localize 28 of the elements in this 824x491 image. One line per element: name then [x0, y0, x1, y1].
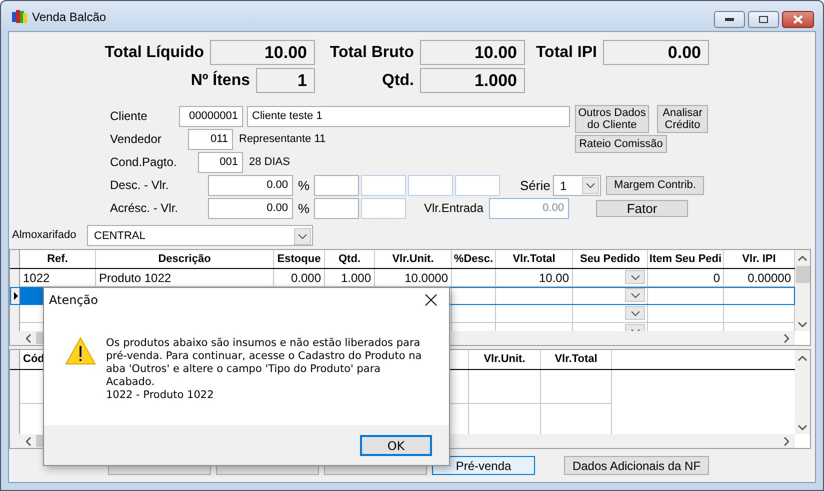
total-label: Total Bruto — [328, 44, 415, 62]
percent-label: % — [298, 200, 311, 216]
total-label: Total IPI — [534, 44, 598, 62]
window-title: Venda Balcão — [32, 10, 106, 24]
total-label: Total Líquido — [104, 44, 205, 62]
field-label: Vlr.Entrada — [424, 201, 484, 215]
field-label: Cond.Pagto. — [110, 155, 178, 169]
name-text: Representante 11 — [239, 133, 326, 145]
field-label: Desc. - Vlr. — [110, 178, 170, 192]
field-label: Acrésc. - Vlr. — [110, 201, 180, 215]
field-label: Cliente — [110, 109, 148, 123]
total-label: Nº Ítens — [190, 72, 251, 90]
table-cell: 0 — [648, 269, 724, 287]
name-text: 28 DIAS — [249, 156, 290, 168]
field-label: Série — [520, 178, 550, 192]
percent-label: % — [298, 178, 311, 192]
field-label: Almoxarifado — [12, 229, 78, 241]
dialog-title: Atenção — [49, 293, 98, 307]
total-field: 1 — [256, 68, 315, 93]
total-field: 1.000 — [420, 68, 525, 93]
field-label: Vendedor — [110, 132, 162, 146]
dialog-message: Os produtos abaixo são insumos e não estão liberados para pré-venda. Para continuar, acesse o Cadastro do Produto na aba 'Outros' e altere o campo 'Tipo do Produto' para Acabado. — [106, 337, 423, 389]
total-label: Qtd. — [381, 72, 415, 90]
total-field: 0.00 — [603, 40, 709, 65]
dialog-item-text: 1022 - Produto 1022 — [106, 389, 215, 402]
total-field: 10.00 — [210, 40, 315, 65]
total-field: 10.00 — [420, 40, 525, 65]
table-cell: 10.00 — [496, 269, 573, 287]
